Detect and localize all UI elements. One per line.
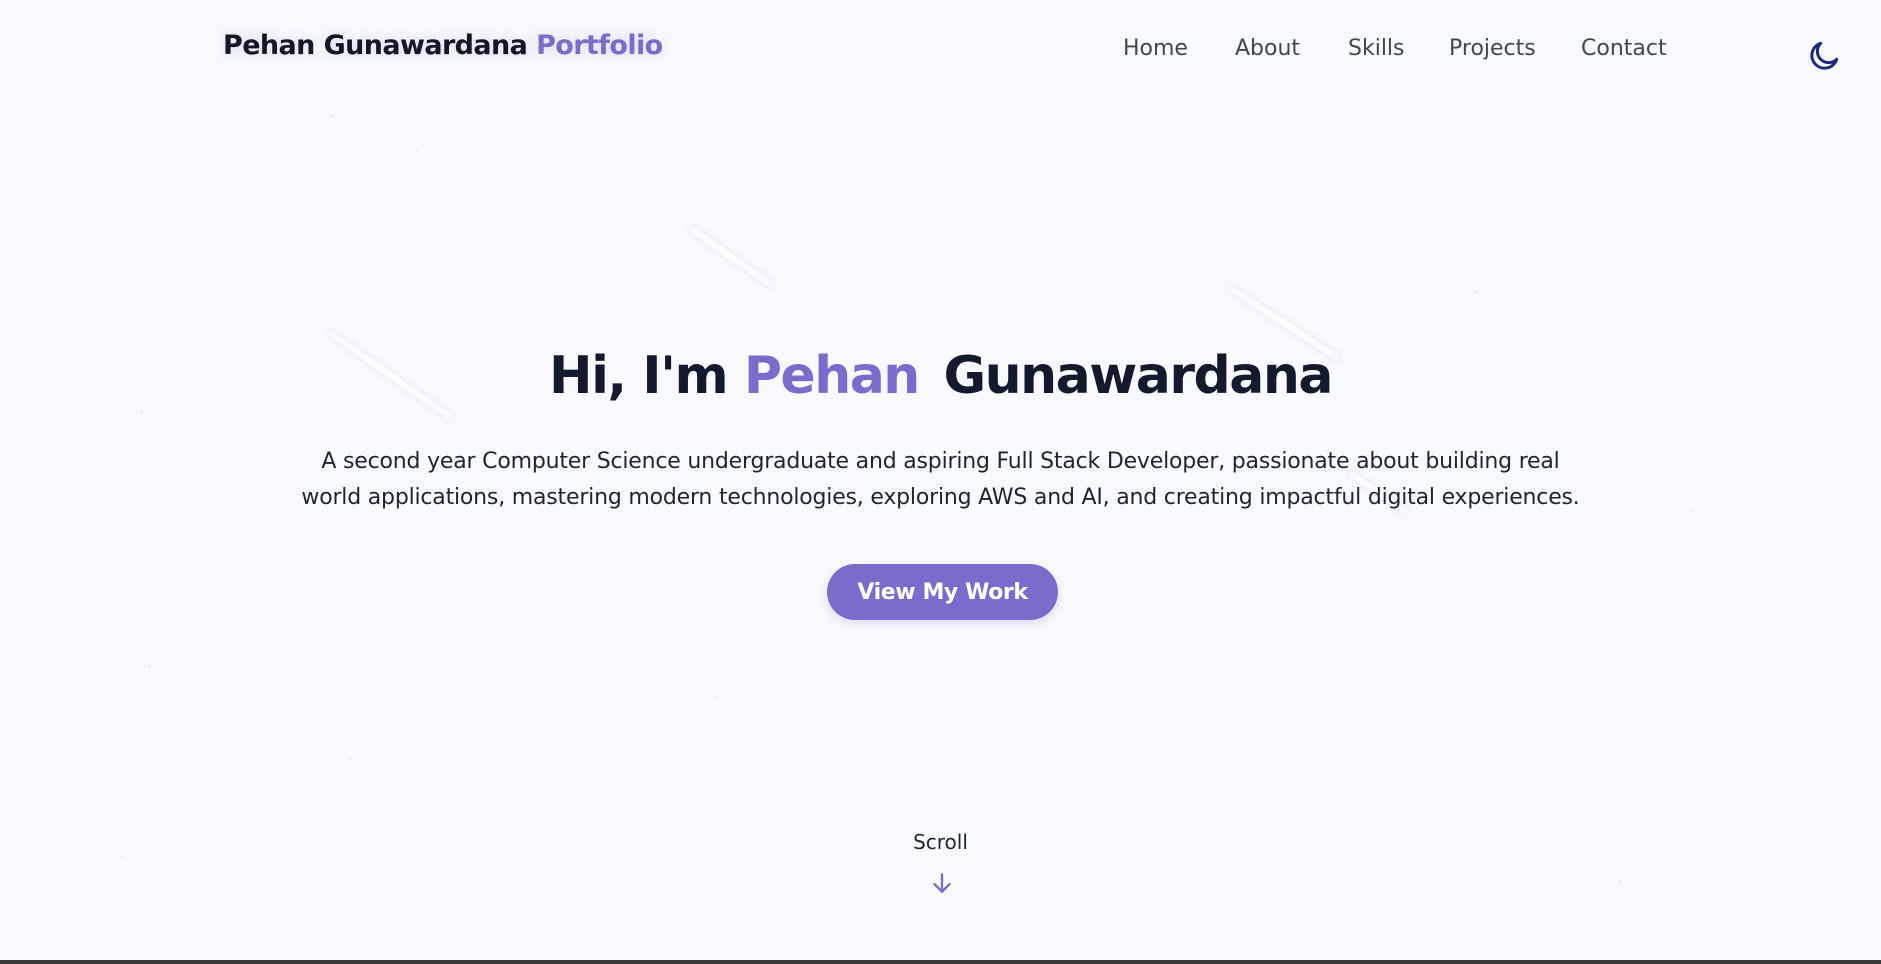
background-dot [350, 758, 353, 761]
theme-toggle-button[interactable] [1806, 38, 1842, 74]
hero-title-prefix: Hi, I'm [549, 346, 729, 406]
nav-item-contact[interactable]: Contact [1581, 36, 1667, 61]
background-dot [1690, 510, 1693, 513]
scroll-indicator[interactable] [929, 870, 955, 896]
brand-name: Pehan Gunawardana [223, 30, 528, 61]
moon-icon [1810, 41, 1839, 70]
arrow-down-icon [933, 873, 951, 893]
portfolio-page: Pehan Gunawardana Portfolio Home About S… [0, 0, 1881, 960]
nav-item-home[interactable]: Home [1123, 36, 1188, 61]
nav-item-projects[interactable]: Projects [1449, 36, 1536, 61]
background-dot [120, 855, 123, 858]
nav-item-about[interactable]: About [1235, 36, 1300, 61]
hero-title-suffix: Gunawardana [943, 346, 1333, 406]
background-dot [140, 410, 143, 413]
window-bottom-edge [0, 960, 1881, 964]
background-dot [330, 115, 333, 118]
hero-title: Hi, I'm Pehan Gunawardana [0, 346, 1881, 406]
hero-title-accent: Pehan [743, 346, 921, 406]
background-dot [1475, 290, 1478, 293]
background-dot [148, 665, 151, 668]
background-dot [715, 695, 718, 698]
brand-logo[interactable]: Pehan Gunawardana Portfolio [223, 30, 663, 61]
background-dot [415, 148, 418, 151]
scroll-label: Scroll [913, 830, 968, 854]
background-streak [688, 225, 774, 288]
hero-description: A second year Computer Science undergrad… [301, 449, 1580, 510]
background-dot [1618, 880, 1621, 883]
view-my-work-button[interactable]: View My Work [827, 564, 1058, 620]
brand-accent: Portfolio [536, 30, 663, 61]
nav-item-skills[interactable]: Skills [1348, 36, 1405, 61]
site-header: Pehan Gunawardana Portfolio Home About S… [0, 0, 1881, 100]
